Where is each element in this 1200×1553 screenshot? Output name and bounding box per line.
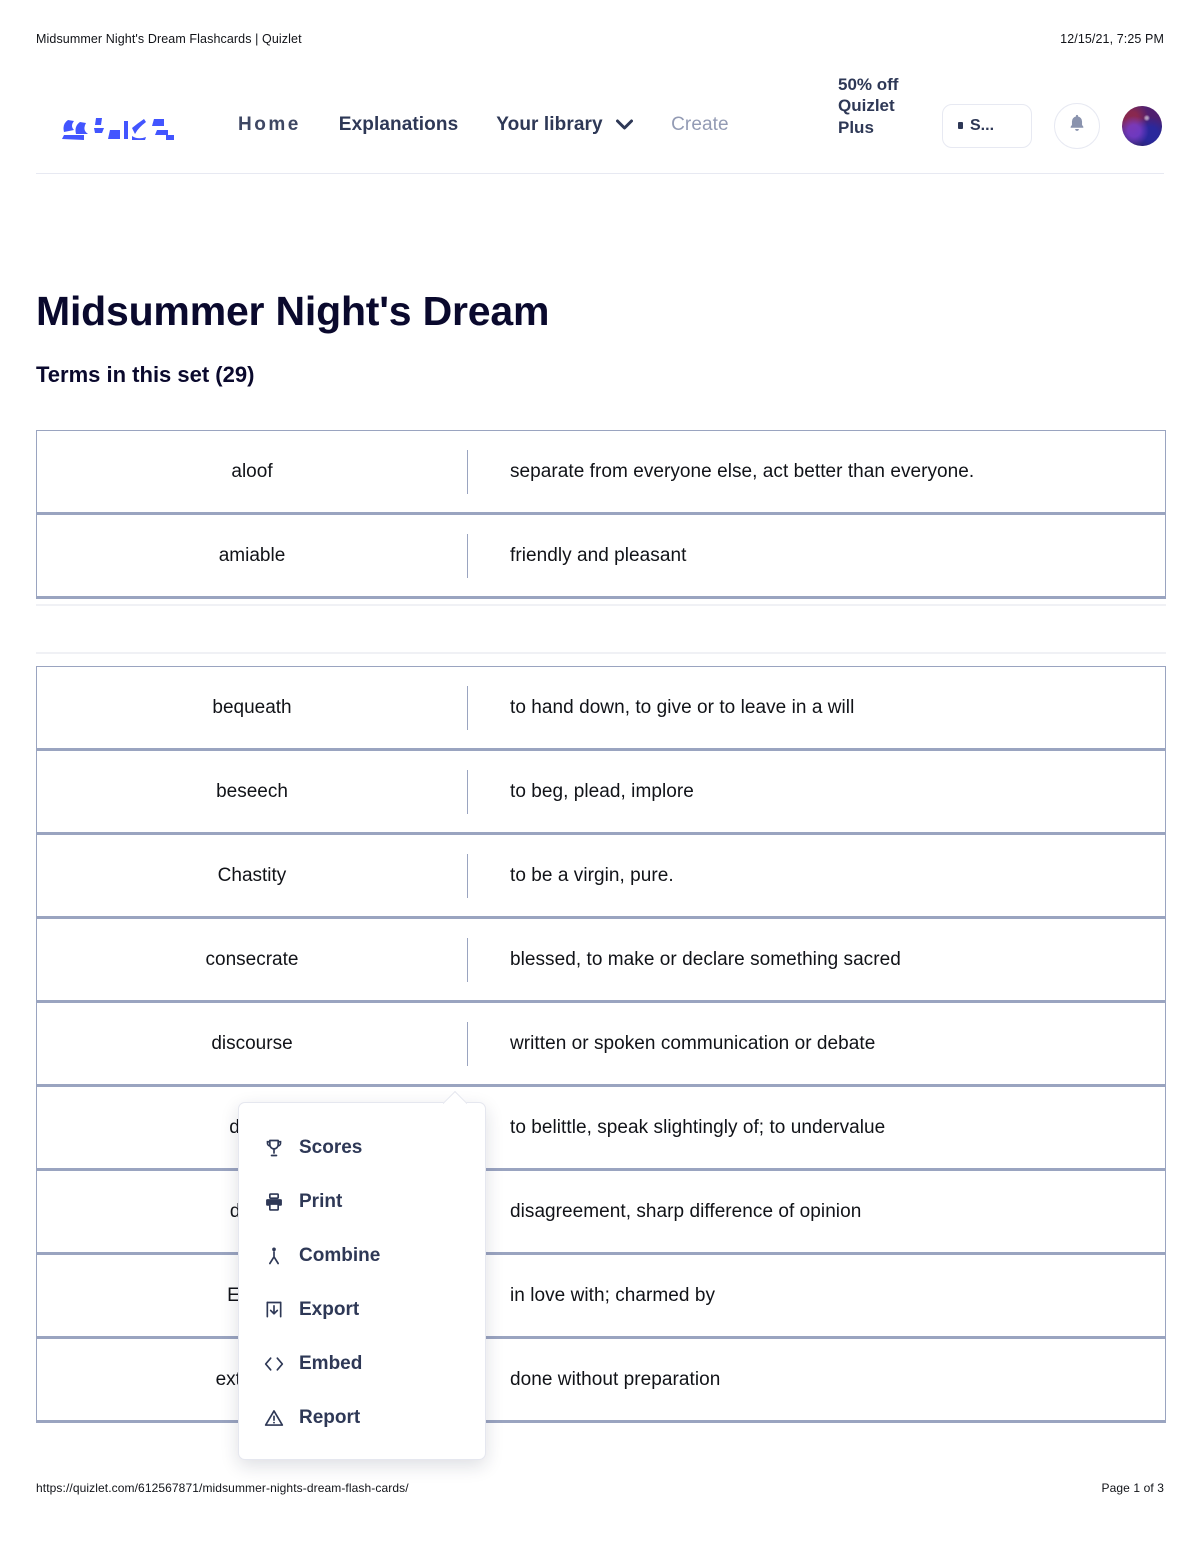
print-preview-page: Midsummer Night's Dream Flashcards | Qui… (0, 0, 1200, 1553)
search-input[interactable]: S... (942, 103, 1032, 148)
table-row[interactable]: Chastity to be a virgin, pure. (37, 835, 1165, 919)
quizlet-plus-promo[interactable]: 50% off Quizlet Plus (838, 74, 920, 182)
group-separator (36, 604, 1166, 606)
table-row[interactable]: beseech to beg, plead, implore (37, 751, 1165, 835)
table-row[interactable]: discourse written or spoken communicatio… (37, 1003, 1165, 1087)
print-header-timestamp: 12/15/21, 7:25 PM (1060, 32, 1164, 46)
term-group-1: aloof separate from everyone else, act b… (36, 430, 1166, 599)
term-text: aloof (231, 460, 273, 482)
trophy-icon (263, 1137, 285, 1159)
page-title: Midsummer Night's Dream (36, 288, 550, 334)
table-row[interactable]: consecrate blessed, to make or declare s… (37, 919, 1165, 1003)
print-header-title: Midsummer Night's Dream Flashcards | Qui… (36, 32, 302, 46)
nav-item-explanations[interactable]: Explanations (339, 114, 458, 136)
avatar[interactable] (1122, 105, 1162, 146)
warning-icon (263, 1407, 285, 1429)
term-text: Chastity (217, 864, 287, 886)
table-row[interactable]: Enam in love with; charmed by (37, 1255, 1165, 1339)
menu-item-report[interactable]: Report (239, 1391, 485, 1445)
table-row[interactable]: disse disagreement, sharp difference of … (37, 1171, 1165, 1255)
printer-icon (263, 1191, 285, 1213)
definition-text: to beg, plead, implore (510, 780, 694, 802)
menu-item-combine[interactable]: Combine (239, 1229, 485, 1283)
bell-icon (1066, 112, 1088, 139)
group-separator (36, 652, 1166, 654)
search-icon (958, 122, 963, 129)
nav-item-home[interactable]: Home (238, 114, 301, 136)
table-row[interactable]: amiable friendly and pleasant (37, 515, 1165, 599)
menu-item-export[interactable]: Export (239, 1283, 485, 1337)
menu-arrow (443, 1091, 467, 1104)
menu-item-print[interactable]: Print (239, 1175, 485, 1229)
definition-text: separate from everyone else, act better … (510, 460, 975, 482)
quizlet-logo[interactable] (58, 106, 200, 146)
definition-text: to hand down, to give or to leave in a w… (510, 696, 855, 718)
code-icon (263, 1353, 285, 1375)
search-label: S... (970, 116, 995, 134)
menu-item-label: Combine (299, 1245, 381, 1266)
definition-text: friendly and pleasant (510, 544, 687, 566)
definition-text: to belittle, speak slightingly of; to un… (510, 1116, 886, 1138)
chevron-down-icon (616, 114, 634, 136)
export-icon (263, 1299, 285, 1321)
print-header: Midsummer Night's Dream Flashcards | Qui… (36, 32, 1164, 46)
table-row[interactable]: extempo done without preparation (37, 1339, 1165, 1423)
print-footer: https://quizlet.com/612567871/midsummer-… (36, 1481, 1164, 1495)
menu-item-label: Export (299, 1299, 360, 1320)
table-row[interactable]: bequeath to hand down, to give or to lea… (37, 667, 1165, 751)
menu-item-embed[interactable]: Embed (239, 1337, 485, 1391)
print-footer-url: https://quizlet.com/612567871/midsummer-… (36, 1481, 409, 1495)
menu-item-label: Scores (299, 1137, 363, 1158)
term-text: amiable (218, 544, 286, 566)
menu-item-label: Report (299, 1407, 361, 1428)
combine-icon (263, 1245, 285, 1267)
definition-text: disagreement, sharp difference of opinio… (510, 1200, 862, 1222)
table-row[interactable]: aloof separate from everyone else, act b… (37, 431, 1165, 515)
nav-item-create[interactable]: Create (671, 114, 729, 136)
set-options-menu[interactable]: Scores Print Combine Export Embed Report (238, 1102, 486, 1460)
term-text: consecrate (205, 948, 299, 970)
definition-text: in love with; charmed by (510, 1284, 716, 1306)
navbar: Home Explanations Your library Create 50… (36, 75, 1164, 176)
print-footer-page: Page 1 of 3 (1101, 1481, 1164, 1495)
nav-links: Home Explanations Your library Create (238, 114, 729, 136)
nav-item-your-library-label: Your library (496, 114, 603, 136)
definition-text: blessed, to make or declare something sa… (510, 948, 901, 970)
term-text: bequeath (212, 696, 292, 718)
nav-right-cluster: 50% off Quizlet Plus S... (838, 75, 1164, 176)
menu-item-label: Print (299, 1191, 343, 1212)
menu-item-scores[interactable]: Scores (239, 1121, 485, 1175)
definition-text: done without preparation (510, 1368, 721, 1390)
term-group-2: bequeath to hand down, to give or to lea… (36, 666, 1166, 1423)
nav-item-your-library[interactable]: Your library (496, 114, 634, 136)
definition-text: written or spoken communication or debat… (510, 1032, 876, 1054)
terms-count-heading: Terms in this set (29) (36, 362, 255, 387)
term-text: discourse (211, 1032, 293, 1054)
term-text: beseech (216, 780, 288, 802)
menu-item-label: Embed (299, 1353, 363, 1374)
definition-text: to be a virgin, pure. (510, 864, 674, 886)
table-row[interactable]: dispa to belittle, speak slightingly of;… (37, 1087, 1165, 1171)
notifications-button[interactable] (1054, 102, 1100, 149)
